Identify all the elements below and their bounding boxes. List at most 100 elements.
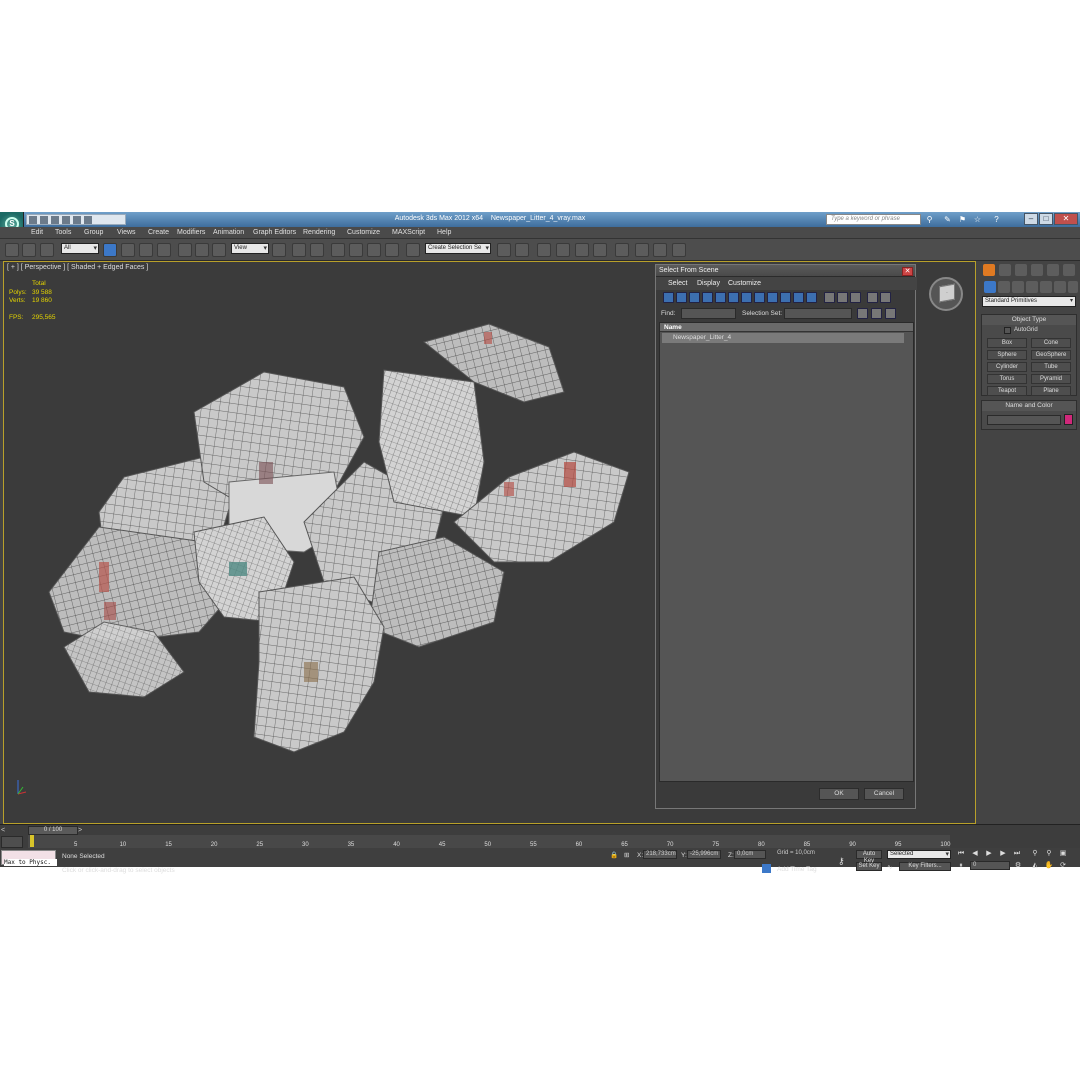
dialog-menu-customize[interactable]: Customize: [728, 280, 761, 287]
select-and-scale-icon[interactable]: [212, 243, 226, 257]
select-object-icon[interactable]: [103, 243, 117, 257]
zoom-icon[interactable]: ⚲: [1030, 849, 1040, 858]
time-slider-left-arrow[interactable]: <: [1, 826, 9, 835]
project-folder-icon[interactable]: [84, 216, 92, 224]
key-curve-icon[interactable]: ∿: [887, 863, 892, 871]
motion-tab-icon[interactable]: [1031, 264, 1043, 276]
rendered-frame-window-icon[interactable]: [653, 243, 667, 257]
menu-maxscript[interactable]: MAXScript: [392, 229, 425, 236]
window-crossing-icon[interactable]: [157, 243, 171, 257]
key-mode-toggle-icon[interactable]: ⏸: [956, 861, 966, 870]
select-and-rotate-icon[interactable]: [195, 243, 209, 257]
display-containers-icon[interactable]: [780, 292, 791, 303]
track-bar[interactable]: 5 10 15 20 25 30 35 40 45 50 55 60 65 70 75 80 85 90 95 100: [28, 835, 950, 848]
material-editor-icon[interactable]: [615, 243, 629, 257]
go-to-end-icon[interactable]: ⏭: [1012, 849, 1022, 858]
utilities-tab-icon[interactable]: [1063, 264, 1075, 276]
help-icon[interactable]: ?: [992, 215, 1001, 224]
menu-animation[interactable]: Animation: [213, 229, 244, 236]
select-children-icon[interactable]: [871, 308, 882, 319]
menu-create[interactable]: Create: [148, 229, 169, 236]
menu-group[interactable]: Group: [84, 229, 103, 236]
add-time-tag[interactable]: Add Time Tag: [777, 866, 817, 873]
cameras-category-icon[interactable]: [1026, 281, 1038, 293]
display-bones-icon[interactable]: [767, 292, 778, 303]
absolute-mode-icon[interactable]: ⊞: [624, 851, 629, 859]
systems-category-icon[interactable]: [1068, 281, 1078, 293]
subscription-icon[interactable]: ✎: [943, 215, 952, 224]
close-button[interactable]: ✕: [1054, 213, 1078, 225]
menu-edit[interactable]: Edit: [31, 229, 43, 236]
time-slider[interactable]: 0 / 100: [28, 826, 78, 835]
display-hidden-icon[interactable]: [806, 292, 817, 303]
shapes-category-icon[interactable]: [998, 281, 1010, 293]
display-none-icon[interactable]: [837, 292, 848, 303]
set-key-icon[interactable]: ⚷: [838, 856, 845, 867]
orbit-icon[interactable]: ⟳: [1058, 861, 1068, 870]
primitive-type-dropdown[interactable]: Standard Primitives: [982, 296, 1076, 307]
spinner-snap-icon[interactable]: [385, 243, 399, 257]
unlink-selection-icon[interactable]: [22, 243, 36, 257]
tube-button[interactable]: Tube: [1031, 362, 1071, 372]
new-file-icon[interactable]: [29, 216, 37, 224]
reference-coordinate-dropdown[interactable]: View: [231, 243, 269, 254]
render-setup-icon[interactable]: [635, 243, 649, 257]
named-selection-dropdown[interactable]: Create Selection Se: [425, 243, 491, 254]
snaps-toggle-icon[interactable]: [331, 243, 345, 257]
dialog-menu-display[interactable]: Display: [697, 280, 720, 287]
percent-snap-icon[interactable]: [367, 243, 381, 257]
menu-customize[interactable]: Customize: [347, 229, 380, 236]
menu-views[interactable]: Views: [117, 229, 136, 236]
bind-space-warp-icon[interactable]: [40, 243, 54, 257]
cylinder-button[interactable]: Cylinder: [987, 362, 1027, 372]
time-tag-icon[interactable]: [762, 864, 771, 873]
plane-button[interactable]: Plane: [1031, 386, 1071, 396]
dialog-close-button[interactable]: ✕: [902, 267, 913, 276]
selection-set-icon[interactable]: [857, 308, 868, 319]
name-column-header[interactable]: Name: [660, 323, 913, 332]
display-all-icon[interactable]: [824, 292, 835, 303]
z-coordinate-field[interactable]: 0,0cm: [734, 850, 766, 859]
display-space-warps-icon[interactable]: [728, 292, 739, 303]
lights-category-icon[interactable]: [1012, 281, 1024, 293]
rectangular-selection-icon[interactable]: [139, 243, 153, 257]
angle-snap-icon[interactable]: [349, 243, 363, 257]
key-filters-button[interactable]: Key Filters...: [899, 862, 951, 871]
name-and-color-header[interactable]: Name and Color: [982, 401, 1076, 411]
pan-view-icon[interactable]: ✋: [1044, 861, 1054, 870]
cone-button[interactable]: Cone: [1031, 338, 1071, 348]
keyboard-shortcut-override-icon[interactable]: [310, 243, 324, 257]
select-dependents-icon[interactable]: [885, 308, 896, 319]
display-invert-icon[interactable]: [850, 292, 861, 303]
field-of-view-icon[interactable]: ◭: [1030, 861, 1040, 870]
display-helpers-icon[interactable]: [715, 292, 726, 303]
key-mode-dropdown[interactable]: Selected: [887, 850, 951, 859]
minimize-button[interactable]: –: [1024, 213, 1038, 225]
mini-curve-editor-icon[interactable]: [1, 836, 23, 848]
ok-button[interactable]: OK: [819, 788, 859, 800]
selection-filter-dropdown[interactable]: All: [61, 243, 99, 254]
select-and-manipulate-icon[interactable]: [292, 243, 306, 257]
current-frame-field[interactable]: 0: [970, 861, 1010, 870]
schematic-view-icon[interactable]: [593, 243, 607, 257]
hierarchy-tab-icon[interactable]: [1015, 264, 1027, 276]
menu-graph-editors[interactable]: Graph Editors: [253, 229, 296, 236]
pyramid-button[interactable]: Pyramid: [1031, 374, 1071, 384]
display-frozen-icon[interactable]: [793, 292, 804, 303]
menu-rendering[interactable]: Rendering: [303, 229, 335, 236]
auto-key-button[interactable]: Auto Key: [856, 850, 882, 864]
torus-button[interactable]: Torus: [987, 374, 1027, 384]
helpers-category-icon[interactable]: [1040, 281, 1052, 293]
object-name-input[interactable]: [987, 415, 1061, 425]
object-color-swatch[interactable]: [1064, 414, 1073, 425]
time-configuration-icon[interactable]: ⚙: [1013, 861, 1023, 870]
list-item[interactable]: Newspaper_Litter_4: [662, 333, 904, 343]
find-input[interactable]: [681, 308, 736, 319]
display-lights-icon[interactable]: [689, 292, 700, 303]
geometry-category-icon[interactable]: [984, 281, 996, 293]
display-shapes-icon[interactable]: [676, 292, 687, 303]
select-and-link-icon[interactable]: [5, 243, 19, 257]
next-frame-icon[interactable]: ▶: [998, 849, 1008, 858]
communication-center-icon[interactable]: ⚑: [958, 215, 967, 224]
save-file-icon[interactable]: [51, 216, 59, 224]
